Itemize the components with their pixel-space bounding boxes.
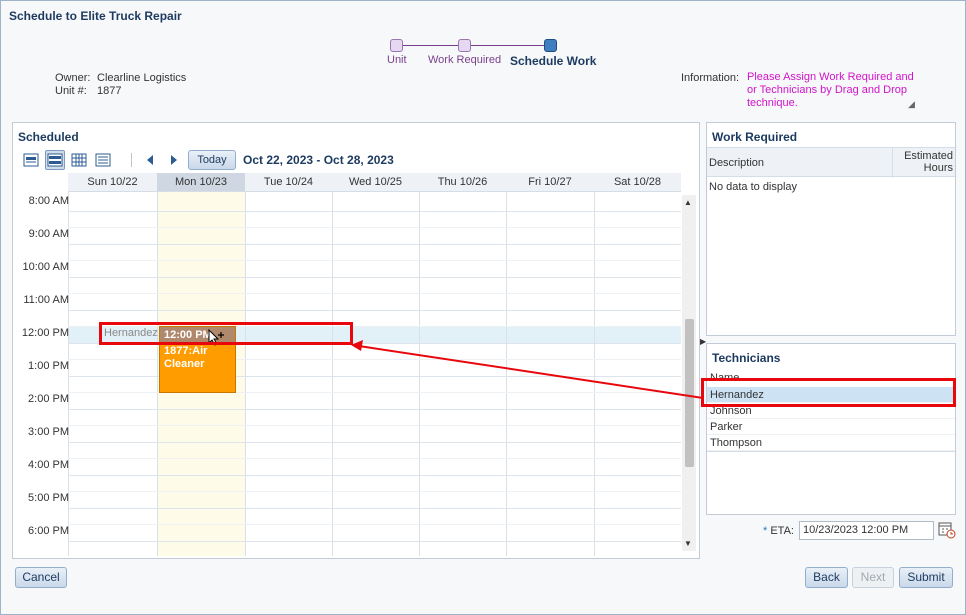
time-label: 1:00 PM <box>28 360 69 372</box>
train-label-schedule-work: Schedule Work <box>510 54 597 68</box>
owner-value: Clearline Logistics <box>97 72 187 84</box>
day-header[interactable]: Wed 10/25 <box>332 173 419 192</box>
day-header[interactable]: Fri 10/27 <box>506 173 594 192</box>
grid-line <box>68 227 681 228</box>
schedule-dialog: Schedule to Elite Truck Repair Unit Work… <box>0 0 966 615</box>
time-label: 4:00 PM <box>28 459 69 471</box>
time-label: 5:00 PM <box>28 492 69 504</box>
grid-line <box>245 192 246 556</box>
train-stop-work-required[interactable] <box>458 39 471 52</box>
technician-row[interactable]: Parker <box>707 419 955 435</box>
unit-value: 1877 <box>97 85 122 97</box>
time-label: 10:00 AM <box>22 261 69 273</box>
work-required-header: Description Estimated Hours <box>707 147 955 178</box>
grid-line <box>68 458 681 459</box>
next-button[interactable]: Next <box>852 567 894 588</box>
dialog-title: Schedule to Elite Truck Repair <box>9 9 182 23</box>
scroll-down-icon[interactable]: ▼ <box>684 539 692 548</box>
highlight-drop-target <box>99 322 353 345</box>
cancel-button[interactable]: Cancel <box>15 567 67 588</box>
list-divider <box>707 451 955 452</box>
submit-button[interactable]: Submit <box>899 567 953 588</box>
date-range: Oct 22, 2023 - Oct 28, 2023 <box>243 153 394 167</box>
date-picker-icon[interactable] <box>938 521 956 539</box>
time-label: 12:00 PM <box>21 327 69 339</box>
time-label: 6:00 PM <box>28 525 69 537</box>
day-header[interactable]: Tue 10/24 <box>245 173 332 192</box>
eta-label: * ETA: <box>763 525 794 537</box>
month-view-icon[interactable] <box>69 150 89 170</box>
owner-label: Owner: <box>55 72 91 84</box>
information-text[interactable]: Please Assign Work Required and or Techn… <box>747 71 917 109</box>
work-required-title: Work Required <box>712 130 798 144</box>
grid-line <box>68 293 681 294</box>
train-label-work-required[interactable]: Work Required <box>428 54 501 66</box>
grid-line <box>68 244 681 245</box>
empty-message: No data to display <box>709 181 798 193</box>
grid-line <box>68 211 681 212</box>
time-label: 11:00 AM <box>23 294 69 306</box>
drag-arrow-icon <box>351 340 704 399</box>
next-arrow-icon[interactable] <box>169 154 179 166</box>
information-label: Information: <box>681 72 740 84</box>
calendar-toolbar: Today Oct 22, 2023 - Oct 28, 2023 <box>21 150 401 172</box>
highlight-technician <box>701 378 956 407</box>
grid-line <box>68 277 681 278</box>
day-view-icon[interactable] <box>21 150 41 170</box>
train-stop-unit[interactable] <box>390 39 403 52</box>
day-header[interactable]: Sat 10/28 <box>594 173 681 192</box>
eta-label-text: ETA: <box>770 525 794 537</box>
scheduled-title: Scheduled <box>18 130 79 144</box>
train-connector <box>403 45 463 46</box>
unit-label: Unit #: <box>55 85 87 97</box>
day-header[interactable]: Sun 10/22 <box>68 173 157 192</box>
time-label: 3:00 PM <box>28 426 69 438</box>
train-connector <box>471 45 551 46</box>
resize-grip-icon[interactable]: ◢ <box>908 99 917 109</box>
grid-line <box>68 508 681 509</box>
process-train: Unit Work Required Schedule Work <box>381 37 611 73</box>
grid-line <box>68 524 681 525</box>
work-required-panel: Work Required Description Estimated Hour… <box>706 122 956 336</box>
back-button[interactable]: Back <box>805 567 848 588</box>
previous-arrow-icon[interactable] <box>145 154 155 166</box>
train-label-unit[interactable]: Unit <box>387 54 407 66</box>
scroll-up-icon[interactable]: ▲ <box>684 198 692 207</box>
technician-row[interactable]: Thompson <box>707 435 955 451</box>
grid-line <box>68 425 681 426</box>
technicians-panel: Technicians Name Hernandez Johnson Parke… <box>706 343 956 515</box>
grid-line <box>68 475 681 476</box>
day-header-today[interactable]: Mon 10/23 <box>157 173 245 192</box>
grid-line <box>68 310 681 311</box>
day-header[interactable]: Thu 10/26 <box>419 173 506 192</box>
eta-input[interactable]: 10/23/2023 12:00 PM <box>799 521 934 540</box>
grid-line <box>68 442 681 443</box>
grid-line <box>68 491 681 492</box>
train-stop-schedule-work[interactable] <box>544 39 557 52</box>
grid-line <box>157 192 158 556</box>
grid-line <box>68 260 681 261</box>
toolbar-separator <box>131 153 132 167</box>
grid-line <box>68 541 681 542</box>
technicians-title: Technicians <box>712 351 781 365</box>
grid-line <box>68 409 681 410</box>
time-label: 9:00 AM <box>28 228 69 240</box>
today-button[interactable]: Today <box>188 150 236 170</box>
column-estimated-hours[interactable]: Estimated Hours <box>893 150 953 174</box>
column-description[interactable]: Description <box>709 157 764 169</box>
required-mark: * <box>763 525 768 537</box>
grid-line <box>332 192 333 556</box>
list-view-icon[interactable] <box>93 150 113 170</box>
time-label: 8:00 AM <box>28 195 69 207</box>
time-label: 2:00 PM <box>28 393 69 405</box>
week-view-icon[interactable] <box>45 150 65 170</box>
